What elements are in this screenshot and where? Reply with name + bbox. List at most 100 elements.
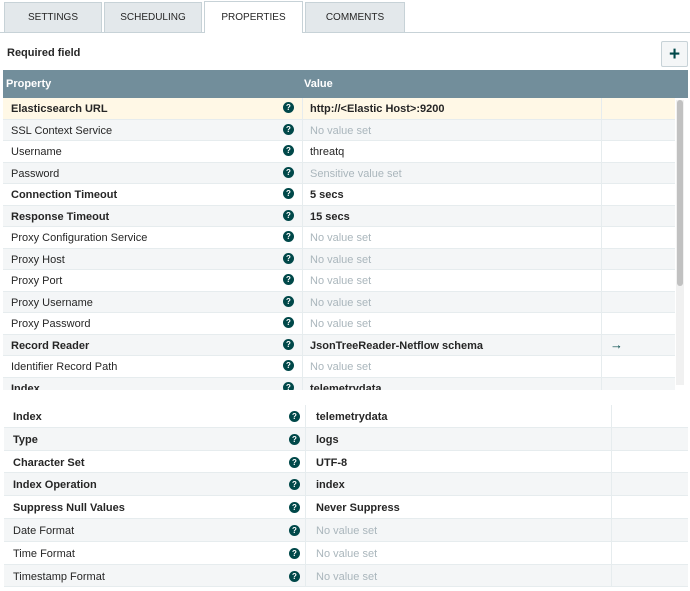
- property-value[interactable]: No value set: [316, 571, 377, 583]
- value-cell[interactable]: [305, 450, 612, 473]
- help-icon[interactable]: ?: [283, 338, 294, 350]
- property-value[interactable]: http://<Elastic Host>:9200: [310, 103, 445, 115]
- help-icon[interactable]: ?: [283, 295, 294, 307]
- table-header: Property Value: [3, 70, 688, 98]
- property-name: Type: [13, 433, 38, 446]
- help-icon[interactable]: ?: [289, 433, 300, 445]
- property-value[interactable]: No value set: [310, 361, 371, 373]
- tab-scheduling[interactable]: SCHEDULING: [104, 2, 202, 32]
- property-name: Record Reader: [11, 339, 90, 352]
- property-value[interactable]: No value set: [310, 232, 371, 244]
- help-icon[interactable]: ?: [289, 502, 300, 514]
- property-value[interactable]: No value set: [316, 525, 377, 537]
- property-column-header: Property: [6, 78, 52, 90]
- table-row[interactable]: Index Operation? index: [4, 473, 688, 497]
- table-row[interactable]: Suppress Null Values? Never Suppress: [4, 496, 688, 519]
- plus-icon: +: [668, 43, 681, 65]
- property-name: Proxy Port: [11, 275, 63, 287]
- help-icon[interactable]: ?: [283, 123, 294, 135]
- property-value[interactable]: UTF-8: [316, 457, 347, 469]
- help-icon[interactable]: ?: [283, 252, 294, 264]
- table-row[interactable]: Identifier Record Path? No value set: [3, 356, 675, 378]
- table-row[interactable]: Character Set? UTF-8: [4, 450, 688, 474]
- help-icon[interactable]: ?: [289, 547, 300, 559]
- property-value[interactable]: No value set: [310, 254, 371, 266]
- tab-comments[interactable]: COMMENTS: [305, 2, 405, 32]
- help-icon[interactable]: ?: [283, 231, 294, 242]
- help-icon[interactable]: ?: [283, 102, 294, 113]
- property-value[interactable]: No value set: [316, 548, 377, 560]
- property-name: Timestamp Format: [13, 570, 105, 583]
- scrollbar-thumb[interactable]: [677, 100, 683, 286]
- table-row[interactable]: Response Timeout? 15 secs: [3, 205, 675, 227]
- help-icon[interactable]: ?: [289, 479, 300, 491]
- table-scrollbar[interactable]: [676, 100, 684, 385]
- table-row[interactable]: Password? Sensitive value set: [3, 162, 675, 184]
- property-name: SSL Context Service: [11, 124, 113, 137]
- property-value[interactable]: logs: [316, 434, 339, 446]
- table-row[interactable]: Proxy Password? No value set: [3, 313, 675, 335]
- property-value[interactable]: No value set: [310, 125, 371, 137]
- property-name: Index Operation: [13, 479, 97, 492]
- tab-properties[interactable]: PROPERTIES: [204, 1, 303, 33]
- value-cell[interactable]: [305, 427, 612, 450]
- property-name: Time Format: [13, 547, 75, 560]
- property-value[interactable]: index: [316, 479, 345, 491]
- help-icon[interactable]: ?: [283, 360, 294, 371]
- goto-arrow-icon[interactable]: →: [610, 337, 623, 352]
- help-icon[interactable]: ?: [283, 317, 294, 328]
- help-icon[interactable]: ?: [289, 524, 300, 536]
- help-icon[interactable]: ?: [283, 145, 294, 156]
- property-name: Index: [13, 411, 42, 423]
- table-row[interactable]: Proxy Configuration Service? No value set: [3, 227, 675, 249]
- help-icon[interactable]: ?: [283, 381, 294, 390]
- help-icon[interactable]: ?: [289, 570, 300, 582]
- table-row[interactable]: Index? telemetrydata: [3, 377, 675, 391]
- property-value[interactable]: No value set: [310, 318, 371, 330]
- table-row[interactable]: Elasticsearch URL? http://<Elastic Host>:…: [3, 98, 675, 120]
- table-row[interactable]: Proxy Username? No value set: [3, 291, 675, 313]
- value-cell[interactable]: [302, 141, 602, 162]
- help-icon[interactable]: ?: [283, 188, 294, 199]
- property-value[interactable]: No value set: [310, 275, 371, 287]
- table-row[interactable]: Type? logs: [4, 427, 688, 451]
- property-value[interactable]: No value set: [310, 297, 371, 309]
- tab-bar: SETTINGS SCHEDULING PROPERTIES COMMENTS: [0, 0, 690, 33]
- required-field-label: Required field: [7, 47, 81, 59]
- property-value[interactable]: Never Suppress: [316, 502, 400, 514]
- property-value[interactable]: 5 secs: [310, 189, 344, 201]
- table-row[interactable]: Username? threatq: [3, 141, 675, 163]
- table-row[interactable]: SSL Context Service? No value set: [3, 119, 675, 141]
- property-name: Suppress Null Values: [13, 502, 125, 515]
- help-icon[interactable]: ?: [289, 456, 300, 468]
- help-icon[interactable]: ?: [283, 209, 294, 221]
- value-cell[interactable]: [302, 184, 602, 205]
- property-name: Proxy Host: [11, 253, 65, 266]
- table-row[interactable]: Proxy Port? No value set: [3, 270, 675, 292]
- property-value[interactable]: telemetrydata: [316, 411, 388, 423]
- table-row[interactable]: Record Reader? JsonTreeReader-Netflow sch…: [3, 334, 675, 356]
- table-row[interactable]: Index? telemetrydata: [4, 405, 688, 428]
- table-row[interactable]: Time Format? No value set: [4, 541, 688, 565]
- help-icon[interactable]: ?: [289, 411, 300, 422]
- add-property-button[interactable]: +: [661, 41, 688, 67]
- table-row[interactable]: Timestamp Format? No value set: [4, 564, 688, 588]
- tab-settings[interactable]: SETTINGS: [4, 2, 102, 32]
- help-icon[interactable]: ?: [283, 166, 294, 178]
- table-row[interactable]: Date Format? No value set: [4, 518, 688, 542]
- help-icon[interactable]: ?: [283, 274, 294, 285]
- property-value[interactable]: JsonTreeReader-Netflow schema: [310, 340, 483, 352]
- property-name: Proxy Configuration Service: [11, 232, 148, 244]
- table-row[interactable]: Proxy Host? No value set: [3, 248, 675, 270]
- property-name: Character Set: [13, 456, 85, 469]
- property-value[interactable]: Sensitive value set: [310, 168, 402, 180]
- property-name: Proxy Password: [11, 318, 91, 330]
- property-name: Password: [11, 167, 60, 180]
- value-cell[interactable]: [305, 473, 612, 496]
- table-row[interactable]: Connection Timeout? 5 secs: [3, 184, 675, 206]
- property-name: Connection Timeout: [11, 189, 118, 201]
- property-value[interactable]: threatq: [310, 146, 344, 158]
- property-value[interactable]: 15 secs: [310, 211, 350, 223]
- property-value[interactable]: telemetrydata: [310, 383, 382, 391]
- property-name: Identifier Record Path: [11, 361, 118, 373]
